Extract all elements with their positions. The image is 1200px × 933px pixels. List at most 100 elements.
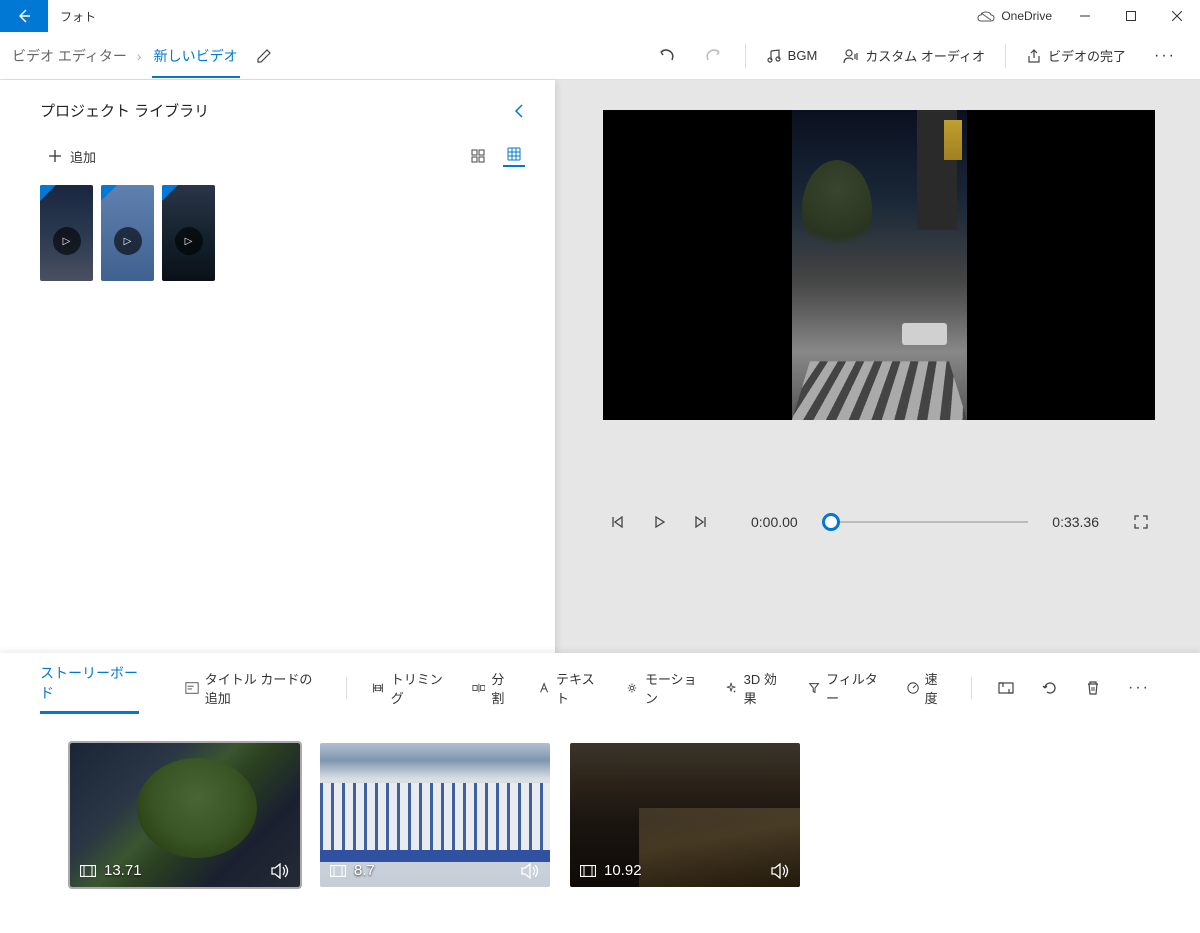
- speed-button[interactable]: 速度: [899, 665, 956, 711]
- music-icon: [766, 48, 782, 64]
- volume-icon[interactable]: [770, 863, 790, 879]
- play-icon: [114, 227, 142, 255]
- close-icon: [1172, 11, 1182, 21]
- maximize-button[interactable]: [1108, 0, 1154, 32]
- more-button[interactable]: ···: [1142, 41, 1188, 71]
- text-icon: [538, 681, 550, 695]
- next-frame-icon: [694, 515, 708, 529]
- library-thumb[interactable]: [101, 185, 154, 281]
- storyboard-title: ストーリーボード: [40, 663, 139, 714]
- volume-icon[interactable]: [520, 863, 540, 879]
- custom-audio-button[interactable]: カスタム オーディオ: [833, 40, 995, 71]
- 3d-effects-button[interactable]: 3D 効果: [717, 665, 791, 711]
- library-thumb[interactable]: [162, 185, 215, 281]
- fullscreen-icon: [1133, 514, 1149, 530]
- more-icon: ···: [1128, 679, 1150, 697]
- chevron-right-icon: ›: [137, 48, 142, 64]
- clip-icon: [80, 865, 96, 877]
- breadcrumb: ビデオ エディター › 新しいビデオ: [12, 34, 240, 78]
- add-title-card-button[interactable]: タイトル カードの追加: [177, 665, 330, 711]
- play-icon: [175, 227, 203, 255]
- prev-frame-icon: [610, 515, 624, 529]
- redo-icon: [705, 47, 723, 65]
- maximize-icon: [1126, 11, 1136, 21]
- person-audio-icon: [843, 48, 859, 64]
- sparkle-icon: [725, 681, 737, 695]
- bgm-label: BGM: [788, 48, 818, 63]
- delete-button[interactable]: [1076, 676, 1110, 700]
- arrow-left-icon: [16, 8, 32, 24]
- sb-more-button[interactable]: ···: [1118, 675, 1160, 701]
- view-small-grid-button[interactable]: [467, 145, 489, 167]
- grid-3x3-icon: [507, 147, 521, 161]
- export-icon: [1026, 48, 1042, 64]
- collapse-library-button[interactable]: [513, 103, 525, 119]
- minimize-icon: [1080, 11, 1090, 21]
- split-button[interactable]: 分割: [464, 665, 522, 711]
- trim-icon: [371, 681, 385, 695]
- split-icon: [472, 681, 486, 695]
- pencil-icon: [256, 48, 272, 64]
- speed-icon: [907, 681, 919, 695]
- current-time: 0:00.00: [751, 514, 798, 530]
- clip-icon: [330, 865, 346, 877]
- trim-button[interactable]: トリミング: [363, 665, 456, 711]
- preview-area: 0:00.00 0:33.36: [555, 80, 1200, 653]
- volume-icon[interactable]: [270, 863, 290, 879]
- video-preview[interactable]: [603, 110, 1155, 420]
- storyboard-clip[interactable]: 10.92: [570, 743, 800, 887]
- finish-video-button[interactable]: ビデオの完了: [1016, 40, 1136, 71]
- clip-icon: [580, 865, 596, 877]
- storyboard-clip[interactable]: 13.71: [70, 743, 300, 887]
- breadcrumb-current: 新しいビデオ: [152, 34, 240, 78]
- close-button[interactable]: [1154, 0, 1200, 32]
- play-icon: [652, 515, 666, 529]
- timeline-slider[interactable]: [822, 513, 1029, 531]
- grid-2x2-icon: [471, 149, 485, 163]
- undo-button[interactable]: [645, 41, 687, 71]
- clip-duration: 13.71: [104, 862, 142, 879]
- app-title: フォト: [60, 8, 96, 25]
- total-time: 0:33.36: [1052, 514, 1099, 530]
- plus-icon: [48, 149, 62, 163]
- fullscreen-button[interactable]: [1129, 510, 1153, 534]
- more-icon: ···: [1154, 47, 1176, 65]
- filter-icon: [808, 681, 820, 695]
- add-media-button[interactable]: 追加: [48, 147, 96, 166]
- cloud-icon: [977, 10, 995, 22]
- timeline-thumb[interactable]: [822, 513, 840, 531]
- rotate-icon: [1042, 680, 1058, 696]
- text-button[interactable]: テキスト: [530, 665, 609, 711]
- breadcrumb-parent[interactable]: ビデオ エディター: [12, 46, 127, 66]
- custom-audio-label: カスタム オーディオ: [865, 46, 985, 65]
- rename-button[interactable]: [256, 48, 272, 64]
- aspect-icon: [998, 681, 1014, 695]
- rotate-button[interactable]: [1032, 676, 1068, 700]
- library-title: プロジェクト ライブラリ: [40, 100, 513, 121]
- finish-video-label: ビデオの完了: [1048, 46, 1126, 65]
- trash-icon: [1086, 680, 1100, 696]
- library-thumb[interactable]: [40, 185, 93, 281]
- redo-button[interactable]: [693, 41, 735, 71]
- back-button[interactable]: [0, 0, 48, 32]
- view-large-grid-button[interactable]: [503, 145, 525, 167]
- storyboard-panel: ストーリーボード タイトル カードの追加 トリミング 分割 テキスト モーション…: [0, 653, 1200, 933]
- motion-button[interactable]: モーション: [617, 665, 709, 711]
- storyboard-clip[interactable]: 8.7: [320, 743, 550, 887]
- aspect-ratio-button[interactable]: [988, 677, 1024, 699]
- minimize-button[interactable]: [1062, 0, 1108, 32]
- project-library-panel: プロジェクト ライブラリ 追加: [0, 80, 555, 653]
- clip-duration: 10.92: [604, 862, 642, 879]
- filters-button[interactable]: フィルター: [800, 665, 891, 711]
- next-frame-button[interactable]: [689, 510, 713, 534]
- onedrive-status[interactable]: OneDrive: [977, 9, 1052, 23]
- undo-icon: [657, 47, 675, 65]
- prev-frame-button[interactable]: [605, 510, 629, 534]
- clip-duration: 8.7: [354, 862, 375, 879]
- play-icon: [53, 227, 81, 255]
- onedrive-label: OneDrive: [1001, 9, 1052, 23]
- play-button[interactable]: [647, 510, 671, 534]
- add-label: 追加: [70, 147, 96, 166]
- motion-icon: [625, 681, 639, 695]
- bgm-button[interactable]: BGM: [756, 42, 828, 70]
